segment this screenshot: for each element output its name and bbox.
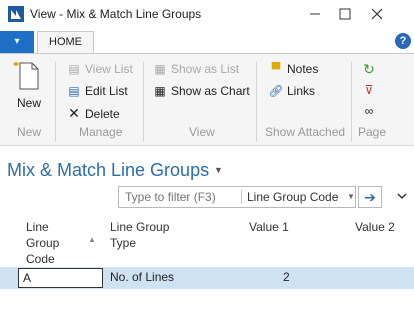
column-header-type[interactable]: Line Group Type [110, 219, 169, 251]
column-header-value-1[interactable]: Value 1 [249, 219, 289, 235]
group-label-manage: Manage [79, 125, 123, 139]
links-icon: 🔗︎ [268, 84, 284, 98]
delete-button[interactable]: ✕ Delete [66, 104, 120, 122]
page-title-menu-icon[interactable]: ▼ [214, 165, 223, 175]
find-button[interactable]: ∞ [361, 102, 380, 120]
group-label-new: New [17, 125, 42, 139]
refresh-button[interactable]: ↻ [361, 60, 380, 78]
chevron-down-icon[interactable]: ▼ [347, 192, 355, 201]
notes-button[interactable]: ▀ Notes [268, 60, 319, 78]
group-label-show-attached: Show Attached [265, 125, 346, 139]
help-icon[interactable]: ? [395, 33, 411, 49]
group-divider [351, 62, 352, 142]
column-header-value-2[interactable]: Value 2 [355, 219, 395, 235]
view-list-icon: ▤ [68, 62, 80, 76]
list-view-icon: ▦ [154, 62, 166, 76]
expand-chevron-icon[interactable] [396, 190, 408, 204]
table-row[interactable]: A No. of Lines 2 [0, 267, 414, 289]
new-document-icon [13, 61, 39, 90]
tab-home[interactable]: HOME [37, 31, 94, 53]
cell-code[interactable]: A [18, 268, 103, 288]
group-divider [55, 62, 56, 142]
new-button[interactable]: New [10, 59, 46, 111]
edit-list-button[interactable]: ▤ Edit List [66, 82, 127, 100]
filter-field-select[interactable]: Line Group Code [247, 190, 338, 204]
edit-list-icon: ▤ [68, 84, 80, 98]
page-title: Mix & Match Line Groups [7, 160, 210, 180]
ribbon-tab-bar: ▾ HOME ? [0, 31, 414, 53]
cell-value-1: 2 [283, 270, 290, 284]
cell-type: No. of Lines [110, 270, 175, 284]
close-button[interactable] [362, 0, 392, 28]
group-divider [143, 62, 144, 142]
links-button[interactable]: 🔗︎ Links [268, 82, 315, 100]
ribbon: New New ▤ View List ▤ Edit List ✕ Delete Ma… [0, 53, 414, 146]
group-divider [256, 62, 257, 142]
refresh-icon: ↻ [363, 61, 375, 77]
show-as-list-button[interactable]: ▦ Show as List [152, 60, 239, 78]
filter-bar: Line Group Code ▼ [118, 186, 356, 208]
binoculars-icon: ∞ [364, 104, 374, 118]
show-as-chart-button[interactable]: ▦ Show as Chart [152, 82, 249, 100]
new-button-label: New [17, 96, 42, 110]
title-bar: View - Mix & Match Line Groups [0, 0, 414, 28]
view-list-button[interactable]: ▤ View List [66, 60, 132, 78]
page-header: Mix & Match Line Groups ▼ [0, 156, 414, 186]
clear-filter-button[interactable]: ⊽ [361, 81, 380, 99]
window-title: View - Mix & Match Line Groups [30, 7, 202, 21]
filter-apply-button[interactable]: ➔ [358, 186, 382, 208]
sort-ascending-icon: ▲ [88, 235, 96, 244]
group-label-view: View [189, 125, 215, 139]
clear-filter-icon: ⊽ [364, 83, 374, 97]
minimize-button[interactable] [300, 0, 330, 28]
filter-input[interactable] [119, 187, 241, 207]
file-menu-button[interactable]: ▾ [0, 31, 34, 53]
group-label-page: Page [358, 125, 387, 139]
filter-divider [241, 190, 242, 204]
chart-view-icon: ▦ [154, 84, 166, 98]
app-logo-icon [8, 6, 24, 22]
delete-icon: ✕ [68, 105, 80, 121]
maximize-button[interactable] [330, 0, 360, 28]
notes-icon: ▀ [271, 62, 281, 76]
column-header-code[interactable]: Line Group Code [26, 219, 59, 267]
